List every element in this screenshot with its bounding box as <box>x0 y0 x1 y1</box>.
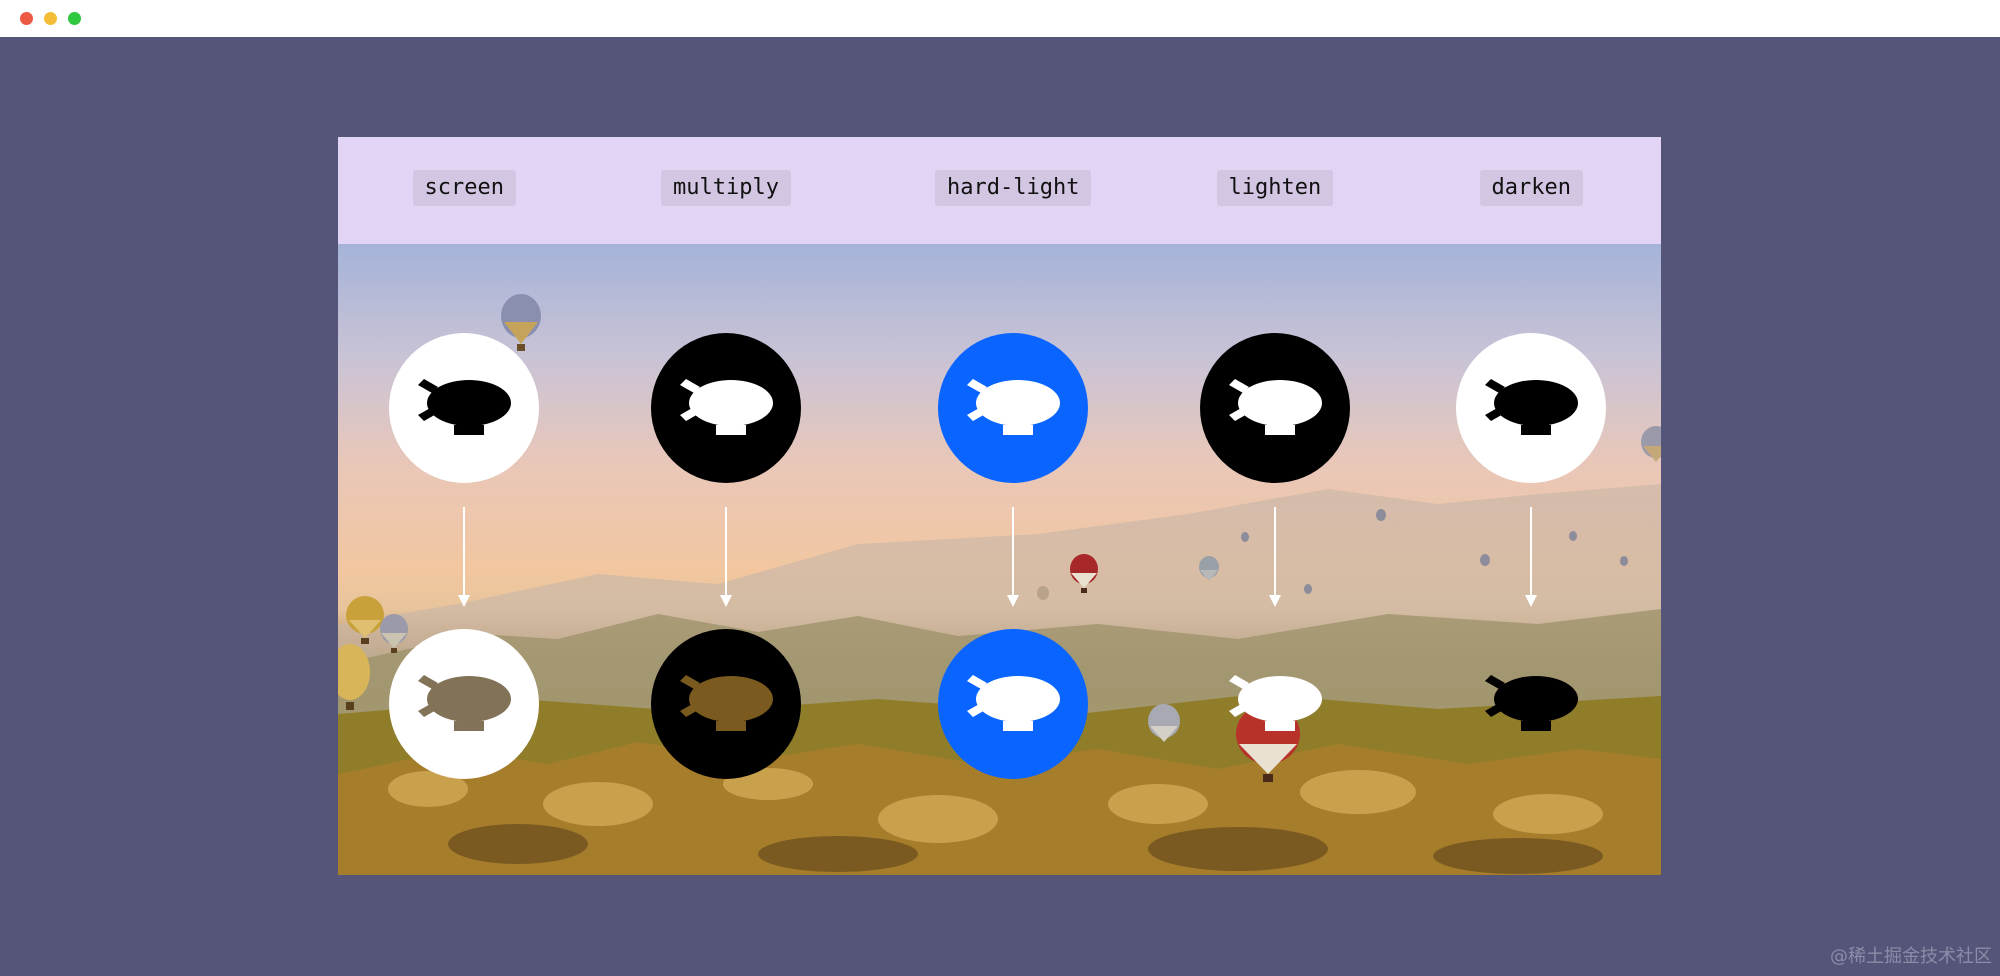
blend-mode-demo: screen multiply hard-light lighten darken <box>338 137 1661 875</box>
blend-mode-label-multiply: multiply <box>661 170 791 206</box>
blimp-icon <box>967 379 1060 435</box>
arrow-down-icon <box>720 507 732 607</box>
hot-air-balloon <box>380 614 408 653</box>
minimize-window-button[interactable] <box>44 12 57 25</box>
blimp-icon <box>1229 379 1322 435</box>
hot-air-balloon <box>1037 586 1049 600</box>
blend-mode-label-lighten: lighten <box>1216 170 1334 206</box>
hot-air-balloon <box>1199 556 1219 581</box>
blimp-icon <box>680 675 773 731</box>
source-badge-hard-light <box>938 333 1088 483</box>
hot-air-balloon <box>1569 531 1577 541</box>
blended-result-hard-light <box>938 629 1088 779</box>
arrow-down-icon <box>1525 507 1537 607</box>
arrow-down-icon <box>1269 507 1281 607</box>
hot-air-balloon <box>1376 509 1386 521</box>
hot-air-balloon <box>1148 704 1180 742</box>
blimp-icon <box>418 379 511 435</box>
source-badge-darken <box>1456 333 1606 483</box>
hot-air-balloon <box>1620 556 1628 566</box>
blend-mode-label-screen: screen <box>412 170 516 206</box>
blend-mode-label-hard-light: hard-light <box>935 170 1092 206</box>
blimp-icon <box>418 675 511 731</box>
source-badge-lighten <box>1200 333 1350 483</box>
hot-air-balloon <box>1641 426 1661 462</box>
source-badge-screen <box>389 333 539 483</box>
hot-air-balloon <box>1070 554 1098 593</box>
hot-air-balloon <box>1304 584 1312 594</box>
maximize-window-button[interactable] <box>68 12 81 25</box>
blimp-icon <box>1229 675 1322 731</box>
blimp-icon <box>1485 379 1578 435</box>
blended-result-multiply <box>651 629 801 779</box>
hot-air-balloon <box>1241 532 1249 542</box>
blimp-icon <box>680 379 773 435</box>
arrow-down-icon <box>458 507 470 607</box>
hot-air-balloon <box>1480 554 1490 566</box>
blimp-icon <box>967 675 1060 731</box>
blended-result-darken <box>1456 629 1606 779</box>
blend-mode-label-darken: darken <box>1479 170 1583 206</box>
source-badge-multiply <box>651 333 801 483</box>
close-window-button[interactable] <box>20 12 33 25</box>
blended-result-screen <box>389 629 539 779</box>
arrow-down-icon <box>1007 507 1019 607</box>
blimp-icon <box>1485 675 1578 731</box>
blended-result-lighten <box>1200 629 1350 779</box>
watermark: @稀土掘金技术社区 <box>1830 946 1992 967</box>
hot-air-balloon <box>338 644 370 710</box>
window-titlebar <box>0 0 2000 37</box>
